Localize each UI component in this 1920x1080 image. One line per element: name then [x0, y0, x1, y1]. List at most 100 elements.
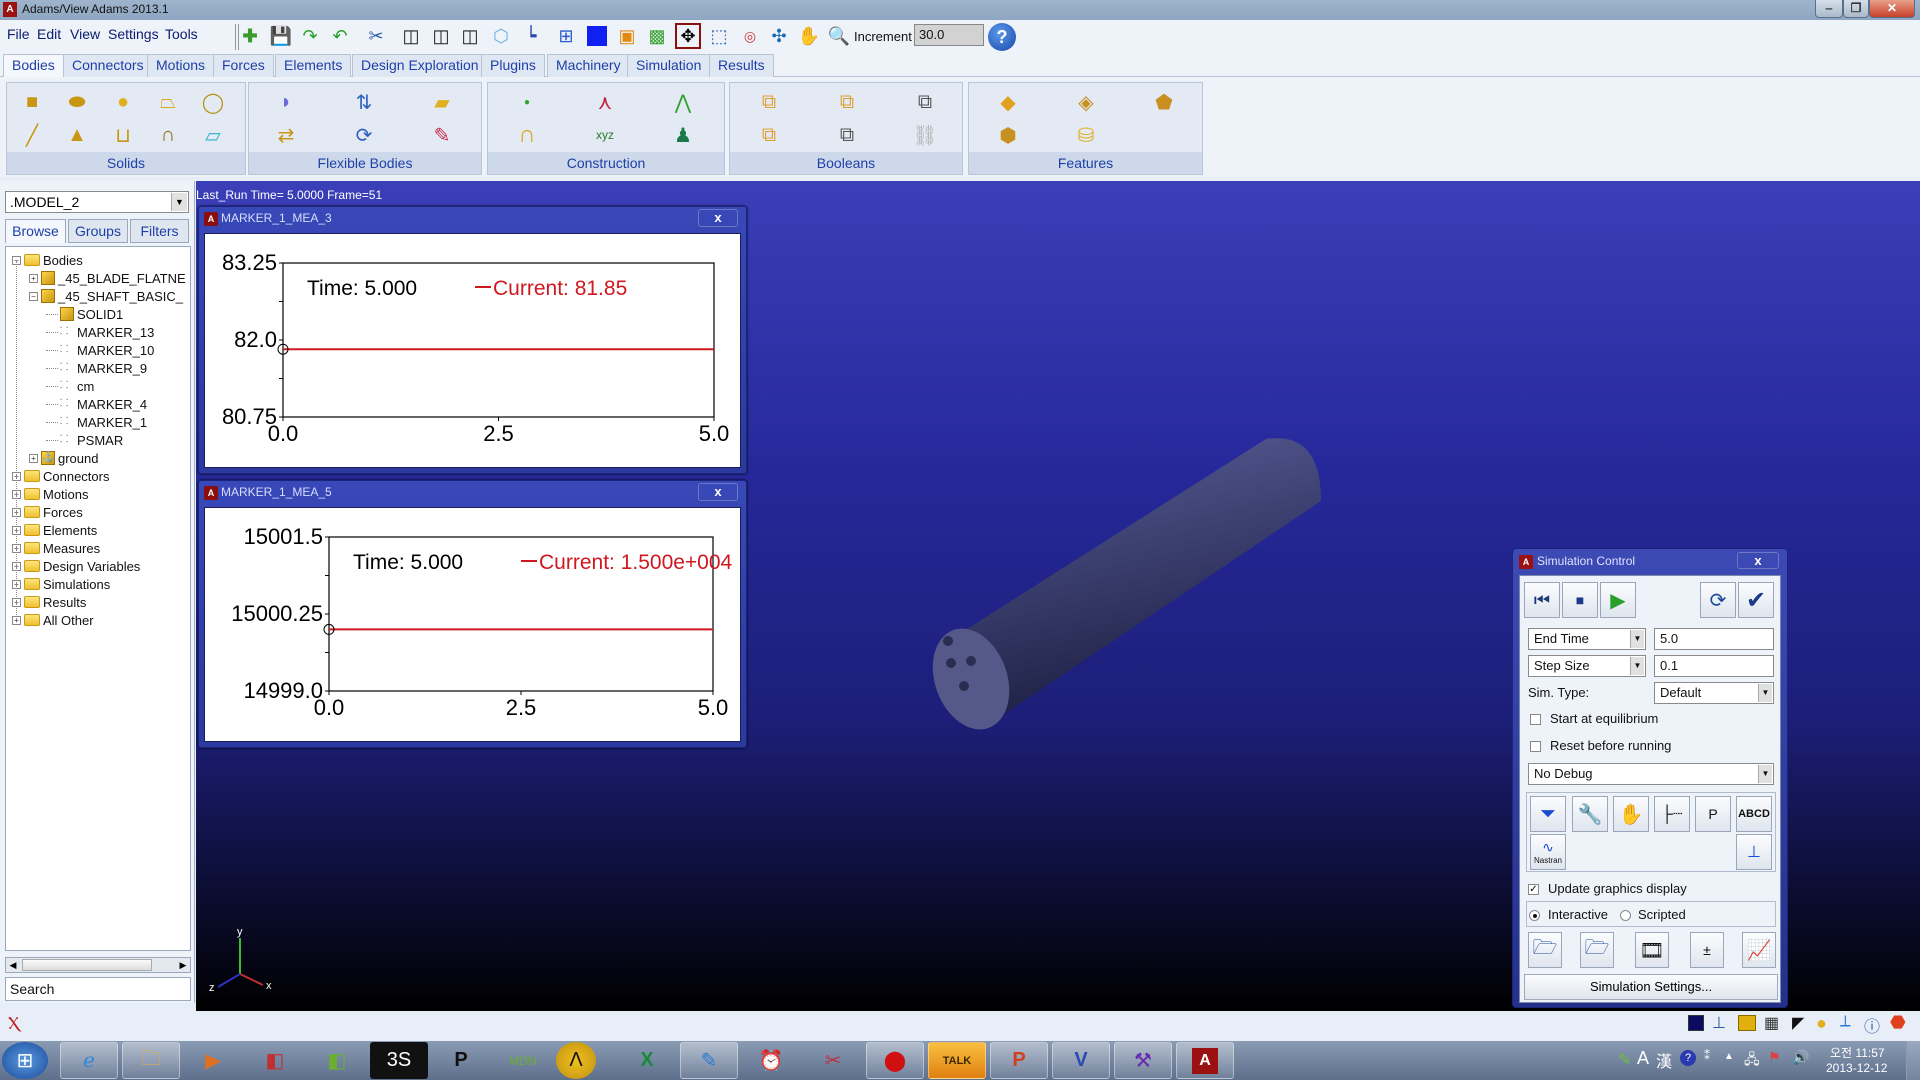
load-script-icon[interactable]: 🗁 [1580, 932, 1614, 968]
tab-groups[interactable]: Groups [68, 219, 128, 243]
flex-edit-icon[interactable]: ✎ [429, 122, 455, 148]
ime-options-icon[interactable]: ⁑ [1704, 1049, 1710, 1063]
triad-icon[interactable]: ⟂ [1840, 1013, 1851, 1031]
taskbar-powerpoint[interactable]: P [990, 1042, 1048, 1079]
info-icon[interactable]: ⓘ [1864, 1013, 1880, 1037]
view-top-icon[interactable]: ◫ [428, 23, 454, 49]
close-icon[interactable]: x [698, 209, 738, 227]
play-icon[interactable]: ▶ [1600, 582, 1636, 618]
taskbar-ie[interactable]: ℯ [60, 1042, 118, 1079]
volume-icon[interactable]: 🔊 [1792, 1049, 1809, 1066]
chevron-down-icon[interactable]: ▼ [1758, 684, 1772, 702]
tree-item[interactable]: + Design Variables [12, 557, 140, 575]
cylinder-icon[interactable]: ⬬ [64, 89, 90, 115]
increment-input[interactable]: 30.0 [914, 24, 984, 46]
show-desktop-button[interactable] [1906, 1041, 1920, 1080]
tab-motions[interactable]: Motions [147, 54, 215, 77]
view-iso-icon[interactable]: ⬡ [488, 23, 514, 49]
ime-tool-icon[interactable]: ✎ [1618, 1050, 1631, 1070]
tree-item[interactable]: + _45_BLADE_FLATNE [29, 269, 186, 287]
tree-item[interactable]: ⸬ PSMAR [46, 431, 123, 449]
scripted-radio[interactable] [1620, 910, 1631, 921]
measure-plus-minus-icon[interactable]: ± [1690, 932, 1724, 968]
taskbar-app2[interactable]: ◧ [308, 1042, 366, 1079]
plot-measure-icon[interactable]: P [1695, 796, 1731, 832]
taskbar-tool[interactable]: ⚒ [1114, 1042, 1172, 1079]
tree-item[interactable]: + Elements [12, 521, 97, 539]
menu-tools[interactable]: Tools [165, 26, 198, 42]
start-equilibrium-checkbox[interactable] [1530, 714, 1541, 725]
tab-forces[interactable]: Forces [213, 54, 274, 77]
taskbar-a[interactable]: Λ [556, 1042, 596, 1079]
tree-item[interactable]: ⸬ MARKER_9 [46, 359, 147, 377]
intersect-icon[interactable]: ⧉ [912, 89, 938, 115]
tree-item[interactable]: ⸬ MARKER_1 [46, 413, 147, 431]
tree-item[interactable]: + Results [12, 593, 86, 611]
taskbar-visio[interactable]: V [1052, 1042, 1110, 1079]
search-input[interactable]: Search [5, 977, 191, 1001]
tray-expand-icon[interactable]: ▲ [1724, 1051, 1734, 1062]
wrench-icon[interactable]: 🔧 [1572, 796, 1608, 832]
arc-icon[interactable]: ∩ [514, 121, 540, 148]
view-mode-icon[interactable]: ⏷ [1530, 796, 1566, 832]
measure-icon[interactable]: ├┈ [1654, 796, 1690, 832]
debug-select[interactable]: No Debug ▼ [1528, 763, 1774, 785]
box-icon[interactable]: ■ [19, 89, 45, 115]
plane-icon[interactable]: ▱ [200, 122, 226, 148]
expand-icon[interactable]: + [29, 273, 38, 283]
hollow-icon[interactable]: ⛁ [1073, 122, 1099, 148]
tree-item[interactable]: − Bodies [12, 251, 83, 269]
rotate-icon[interactable]: ✣ [766, 23, 792, 49]
menu-settings[interactable]: Settings [108, 26, 159, 42]
rigid-to-flex-icon[interactable]: ⇄ [273, 122, 299, 148]
tab-design-exploration[interactable]: Design Exploration [352, 54, 488, 77]
tree-item[interactable]: ⸬ MARKER_10 [46, 341, 154, 359]
chevron-down-icon[interactable]: ▼ [1630, 657, 1644, 675]
scroll-left-icon[interactable]: ◀ [6, 958, 20, 972]
background-color-icon[interactable] [584, 23, 610, 49]
coordinate-system-icon[interactable]: ⊥ [1712, 1013, 1726, 1033]
menu-file[interactable]: File [7, 26, 30, 42]
taskbar-excel[interactable]: X [618, 1042, 676, 1079]
chevron-down-icon[interactable]: ▼ [1630, 630, 1644, 648]
grid-icon[interactable]: ⊞ [553, 23, 579, 49]
fit-view-icon[interactable]: ✥ [675, 23, 701, 49]
step-mode-select[interactable]: Step Size ▼ [1528, 655, 1646, 677]
tree-item[interactable]: + Motions [12, 485, 89, 503]
simulation-settings-button[interactable]: Simulation Settings... [1524, 974, 1778, 1000]
cut-icon[interactable]: ⧉ [756, 122, 782, 148]
taskbar-explorer[interactable]: 🗀 [122, 1042, 180, 1079]
hand-icon[interactable]: ✋ [1613, 796, 1649, 832]
torus-icon[interactable]: ◯ [200, 89, 226, 115]
center-icon[interactable]: ◎ [737, 23, 763, 49]
link-icon[interactable]: ╱ [19, 122, 45, 148]
shading-icon[interactable]: ◤ [1792, 1013, 1804, 1033]
tab-filters[interactable]: Filters [130, 219, 189, 243]
render-mode-icon[interactable]: ▣ [614, 23, 640, 49]
shaft-body[interactable] [919, 438, 1321, 740]
clock-date[interactable]: 2013-12-12 [1826, 1061, 1887, 1075]
view-side-icon[interactable]: ◫ [457, 23, 483, 49]
tab-results[interactable]: Results [709, 54, 774, 77]
close-icon[interactable]: x [1737, 552, 1779, 569]
boss-icon[interactable]: ⬢ [995, 122, 1021, 148]
scroll-thumb[interactable] [22, 959, 152, 971]
tree-item[interactable]: SOLID1 [46, 305, 123, 323]
taskbar-alarm[interactable]: ⏰ [742, 1042, 800, 1079]
taskbar-security[interactable]: ⬤ [866, 1042, 924, 1079]
tab-bodies[interactable]: Bodies [3, 54, 64, 78]
table-abcd-icon[interactable]: ABCD [1736, 796, 1772, 832]
select-tool-icon[interactable]: ✂ [363, 23, 389, 49]
chamfer-icon[interactable]: ◆ [995, 89, 1021, 115]
postprocessor-icon[interactable]: 📈 [1742, 932, 1776, 968]
grid-toggle-icon[interactable]: ▦ [1764, 1013, 1779, 1033]
rewind-icon[interactable]: ⏮ [1524, 582, 1560, 618]
update-graphics-checkbox[interactable]: ✓ [1528, 884, 1539, 895]
checkmark-icon[interactable]: ✔ [1738, 582, 1774, 618]
chevron-down-icon[interactable]: ▼ [171, 193, 187, 211]
flex-body-icon[interactable]: ◗ [273, 89, 299, 115]
merge-icon[interactable]: ⧉ [834, 89, 860, 115]
ime-mode-a[interactable]: A [1637, 1048, 1649, 1069]
point-icon[interactable]: ● [514, 89, 540, 115]
reset-before-checkbox[interactable] [1530, 741, 1541, 752]
